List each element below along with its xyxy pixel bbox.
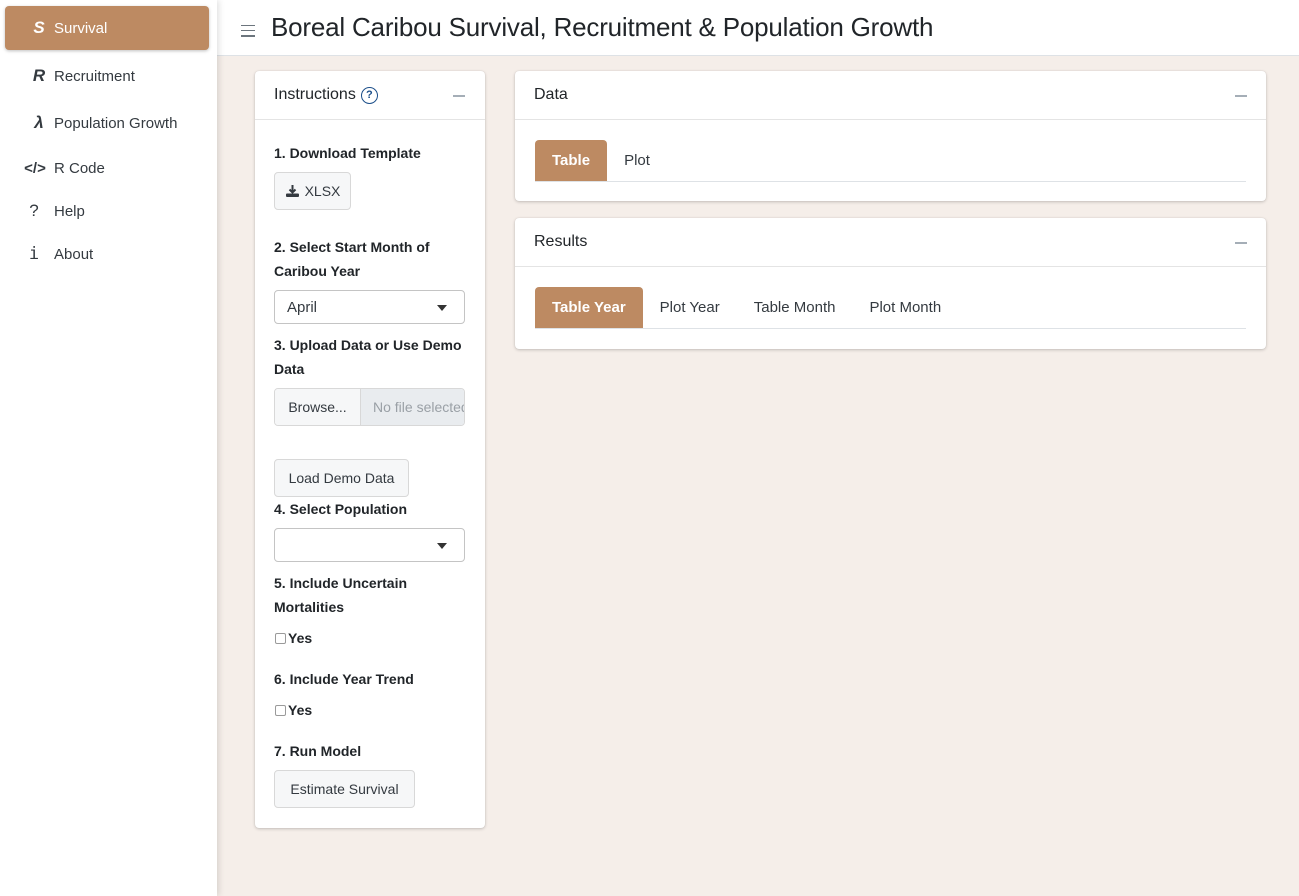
hamburger-menu-icon[interactable] (241, 24, 255, 37)
browse-button[interactable]: Browse... (275, 389, 361, 425)
tab-plot[interactable]: Plot (607, 140, 667, 181)
instructions-title: Instructions (274, 86, 356, 103)
results-tabs: Table Year Plot Year Table Month Plot Mo… (535, 287, 1246, 329)
tab-plot-month[interactable]: Plot Month (852, 287, 958, 328)
estimate-survival-button[interactable]: Estimate Survival (274, 770, 415, 808)
question-icon: ? (29, 201, 39, 220)
page-title: Boreal Caribou Survival, Recruitment & P… (271, 12, 934, 42)
collapse-data-button[interactable] (1235, 95, 1247, 97)
data-panel: Data Table Plot (515, 71, 1266, 201)
survival-s-icon: S (33, 18, 45, 37)
sidebar-item-help[interactable]: ? Help (5, 189, 209, 233)
download-icon (285, 184, 300, 198)
sidebar-item-survival[interactable]: S Survival (5, 6, 209, 50)
chevron-down-icon (437, 543, 447, 549)
tab-table-year[interactable]: Table Year (535, 287, 643, 328)
tab-plot-year[interactable]: Plot Year (643, 287, 737, 328)
population-select[interactable] (274, 528, 465, 562)
year-trend-checkbox[interactable]: Yes (275, 702, 312, 718)
code-icon: </> (24, 159, 46, 177)
step-trend-label: 6. Include Year Trend (274, 671, 414, 687)
tab-table[interactable]: Table (535, 140, 608, 181)
sidebar-item-label: About (54, 245, 94, 263)
chevron-down-icon (437, 305, 447, 311)
sidebar: S Survival R Recruitment λ Population Gr… (0, 0, 217, 896)
info-icon: i (28, 244, 40, 264)
sidebar-item-population-growth[interactable]: λ Population Growth (5, 101, 209, 145)
collapse-results-button[interactable] (1235, 242, 1247, 244)
instructions-panel: Instructions ? 1. Download Template XLSX… (255, 71, 485, 828)
sidebar-item-label: Help (54, 202, 85, 220)
start-month-select[interactable]: April (274, 290, 465, 324)
recruitment-r-icon: R (32, 66, 46, 85)
help-circle-icon[interactable]: ? (360, 86, 378, 104)
tab-table-month[interactable]: Table Month (737, 287, 853, 328)
sidebar-item-label: Recruitment (54, 67, 135, 85)
checkbox-box[interactable] (275, 632, 286, 644)
results-header: Results (515, 218, 1266, 267)
sidebar-item-r-code[interactable]: </> R Code (5, 146, 209, 190)
data-title: Data (534, 86, 568, 103)
sidebar-item-recruitment[interactable]: R Recruitment (5, 54, 209, 98)
data-tabs: Table Plot (535, 140, 1246, 182)
step-run-label: 7. Run Model (274, 743, 362, 759)
download-xlsx-button[interactable]: XLSX (274, 172, 351, 210)
step-start-month-label: 2. Select Start Month of Caribou Year (274, 239, 430, 279)
uncertain-mortalities-checkbox[interactable]: Yes (275, 630, 312, 646)
file-name-field[interactable]: No file selected (361, 389, 464, 425)
lambda-icon: λ (34, 113, 44, 132)
sidebar-item-label: Survival (54, 19, 108, 37)
results-panel: Results Table Year Plot Year Table Month… (515, 218, 1266, 349)
checkbox-label: Yes (288, 702, 313, 718)
instructions-header: Instructions ? (255, 71, 485, 120)
collapse-instructions-button[interactable] (453, 95, 465, 97)
sidebar-item-label: R Code (54, 159, 105, 177)
load-demo-data-button[interactable]: Load Demo Data (274, 459, 409, 497)
sidebar-item-about[interactable]: i About (5, 232, 209, 276)
file-upload-input[interactable]: Browse... No file selected (274, 388, 465, 426)
top-header: Boreal Caribou Survival, Recruitment & P… (217, 0, 1299, 56)
sidebar-item-label: Population Growth (54, 114, 178, 132)
step-download-label: 1. Download Template (274, 145, 421, 161)
start-month-value: April (287, 298, 318, 316)
checkbox-box[interactable] (275, 704, 286, 716)
data-header: Data (515, 71, 1266, 120)
download-button-label: XLSX (304, 183, 341, 199)
checkbox-label: Yes (288, 630, 313, 646)
step-uncertain-label: 5. Include Uncertain Mortalities (274, 575, 408, 615)
results-title: Results (534, 233, 588, 250)
step-upload-label: 3. Upload Data or Use Demo Data (274, 337, 462, 377)
step-population-label: 4. Select Population (274, 501, 408, 517)
